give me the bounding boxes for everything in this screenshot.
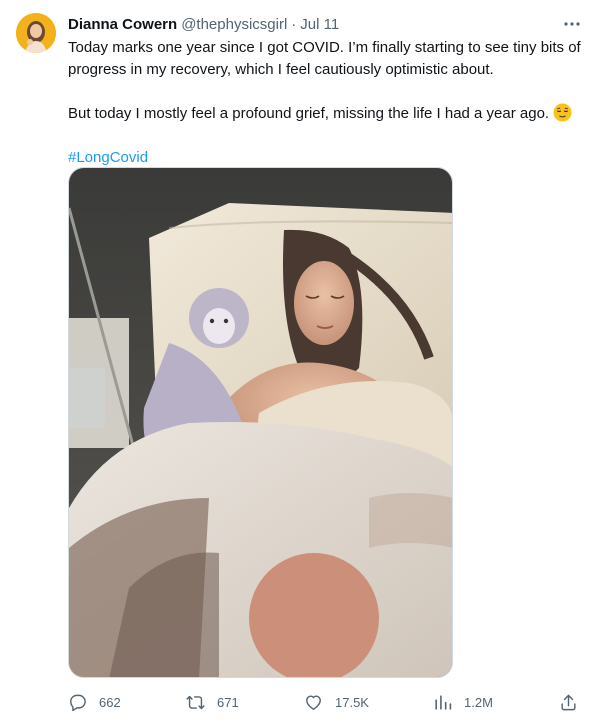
hashtag-line: #LongCovid <box>68 147 588 169</box>
retweet-count: 671 <box>217 694 239 710</box>
views-icon <box>435 694 452 710</box>
author-name[interactable]: Dianna Cowern <box>68 16 177 33</box>
tweet-paragraph-2: But today I mostly feel a profound grief… <box>68 103 588 125</box>
more-icon[interactable] <box>561 13 583 35</box>
photo-illustration <box>69 168 452 677</box>
share-icon <box>561 694 576 710</box>
separator-dot: · <box>291 15 297 33</box>
tweet[interactable]: Dianna Cowern @thephysicsgirl · Jul 11 T… <box>0 0 598 722</box>
reply-icon <box>70 694 86 711</box>
tweet-paragraph-1-text: Today marks one year since I got COVID. … <box>68 39 581 78</box>
share-button[interactable] <box>559 690 578 714</box>
hashtag-link[interactable]: #LongCovid <box>68 149 148 166</box>
relieved-face-emoji <box>553 103 572 122</box>
retweet-button[interactable]: 671 <box>186 690 239 714</box>
tweet-header: Dianna Cowern @thephysicsgirl · Jul 11 <box>68 14 339 34</box>
tweet-photo[interactable] <box>68 167 453 678</box>
author-handle[interactable]: @thephysicsgirl <box>181 16 287 33</box>
heart-icon <box>306 694 321 710</box>
reply-button[interactable]: 662 <box>68 690 121 714</box>
tweet-date[interactable]: Jul 11 <box>300 16 339 33</box>
reply-count: 662 <box>99 694 121 710</box>
tweet-text: Today marks one year since I got COVID. … <box>68 37 588 169</box>
views-button[interactable]: 1.2M <box>433 690 493 714</box>
tweet-paragraph-2-text: But today I mostly feel a profound grief… <box>68 105 550 122</box>
like-count: 17.5K <box>335 694 369 710</box>
action-bar: 662 671 17.5K 1.2M <box>68 690 582 714</box>
like-button[interactable]: 17.5K <box>304 690 369 714</box>
views-count: 1.2M <box>464 694 493 710</box>
retweet-icon <box>186 695 205 709</box>
tweet-paragraph-1: Today marks one year since I got COVID. … <box>68 37 588 81</box>
avatar[interactable] <box>16 13 56 53</box>
